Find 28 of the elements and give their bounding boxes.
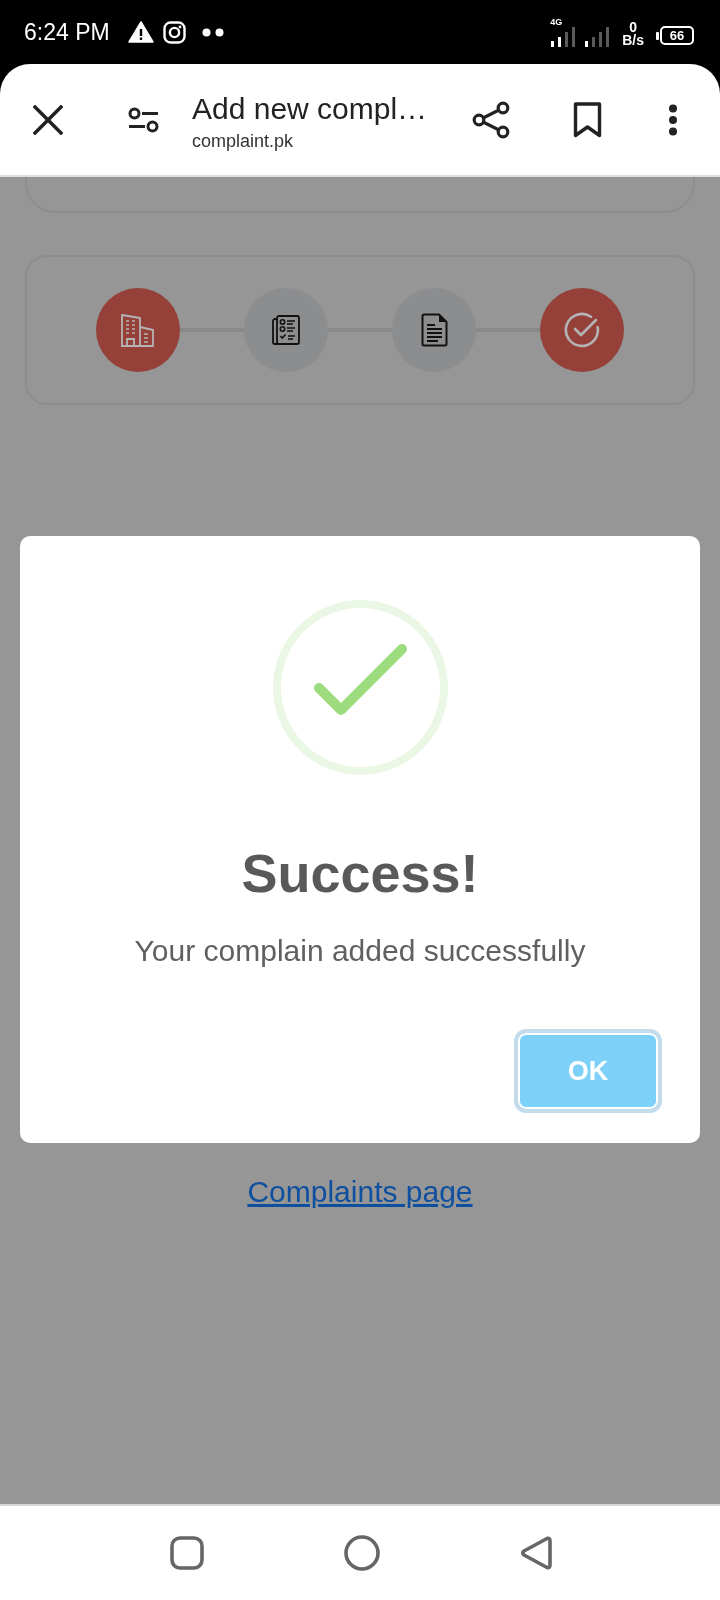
menu-icon[interactable] bbox=[668, 103, 678, 136]
two-dots-icon bbox=[201, 27, 224, 37]
building-icon bbox=[120, 313, 156, 347]
page-title: Add new compl… bbox=[192, 90, 429, 127]
square-icon[interactable] bbox=[170, 1536, 204, 1570]
bookmark-icon[interactable] bbox=[572, 101, 602, 138]
camera-icon bbox=[162, 20, 186, 44]
ok-button[interactable]: OK bbox=[514, 1029, 662, 1113]
check-circle-icon bbox=[564, 312, 600, 348]
warning-icon bbox=[127, 21, 154, 43]
sliders-icon[interactable] bbox=[127, 106, 159, 133]
data-rate: 0 bbox=[629, 21, 637, 34]
signal-icon bbox=[550, 27, 577, 47]
share-icon[interactable] bbox=[472, 100, 510, 139]
network-type: 4G bbox=[550, 17, 563, 27]
checklist-icon bbox=[272, 315, 300, 345]
signal-icon bbox=[584, 27, 611, 47]
dialog-title: Success! bbox=[241, 843, 479, 903]
success-check-icon bbox=[272, 600, 448, 775]
document-icon bbox=[420, 313, 448, 347]
status-time: 6:24 PM bbox=[24, 18, 110, 46]
page-url: complaint.pk bbox=[192, 129, 295, 153]
dialog-message: Your complain added successfully bbox=[134, 933, 586, 969]
data-unit: B/s bbox=[622, 34, 644, 47]
circle-icon[interactable] bbox=[344, 1535, 380, 1571]
close-icon[interactable] bbox=[33, 104, 63, 135]
triangle-icon[interactable] bbox=[520, 1536, 552, 1570]
complaints-page-link[interactable]: Complaints page bbox=[247, 1174, 473, 1210]
